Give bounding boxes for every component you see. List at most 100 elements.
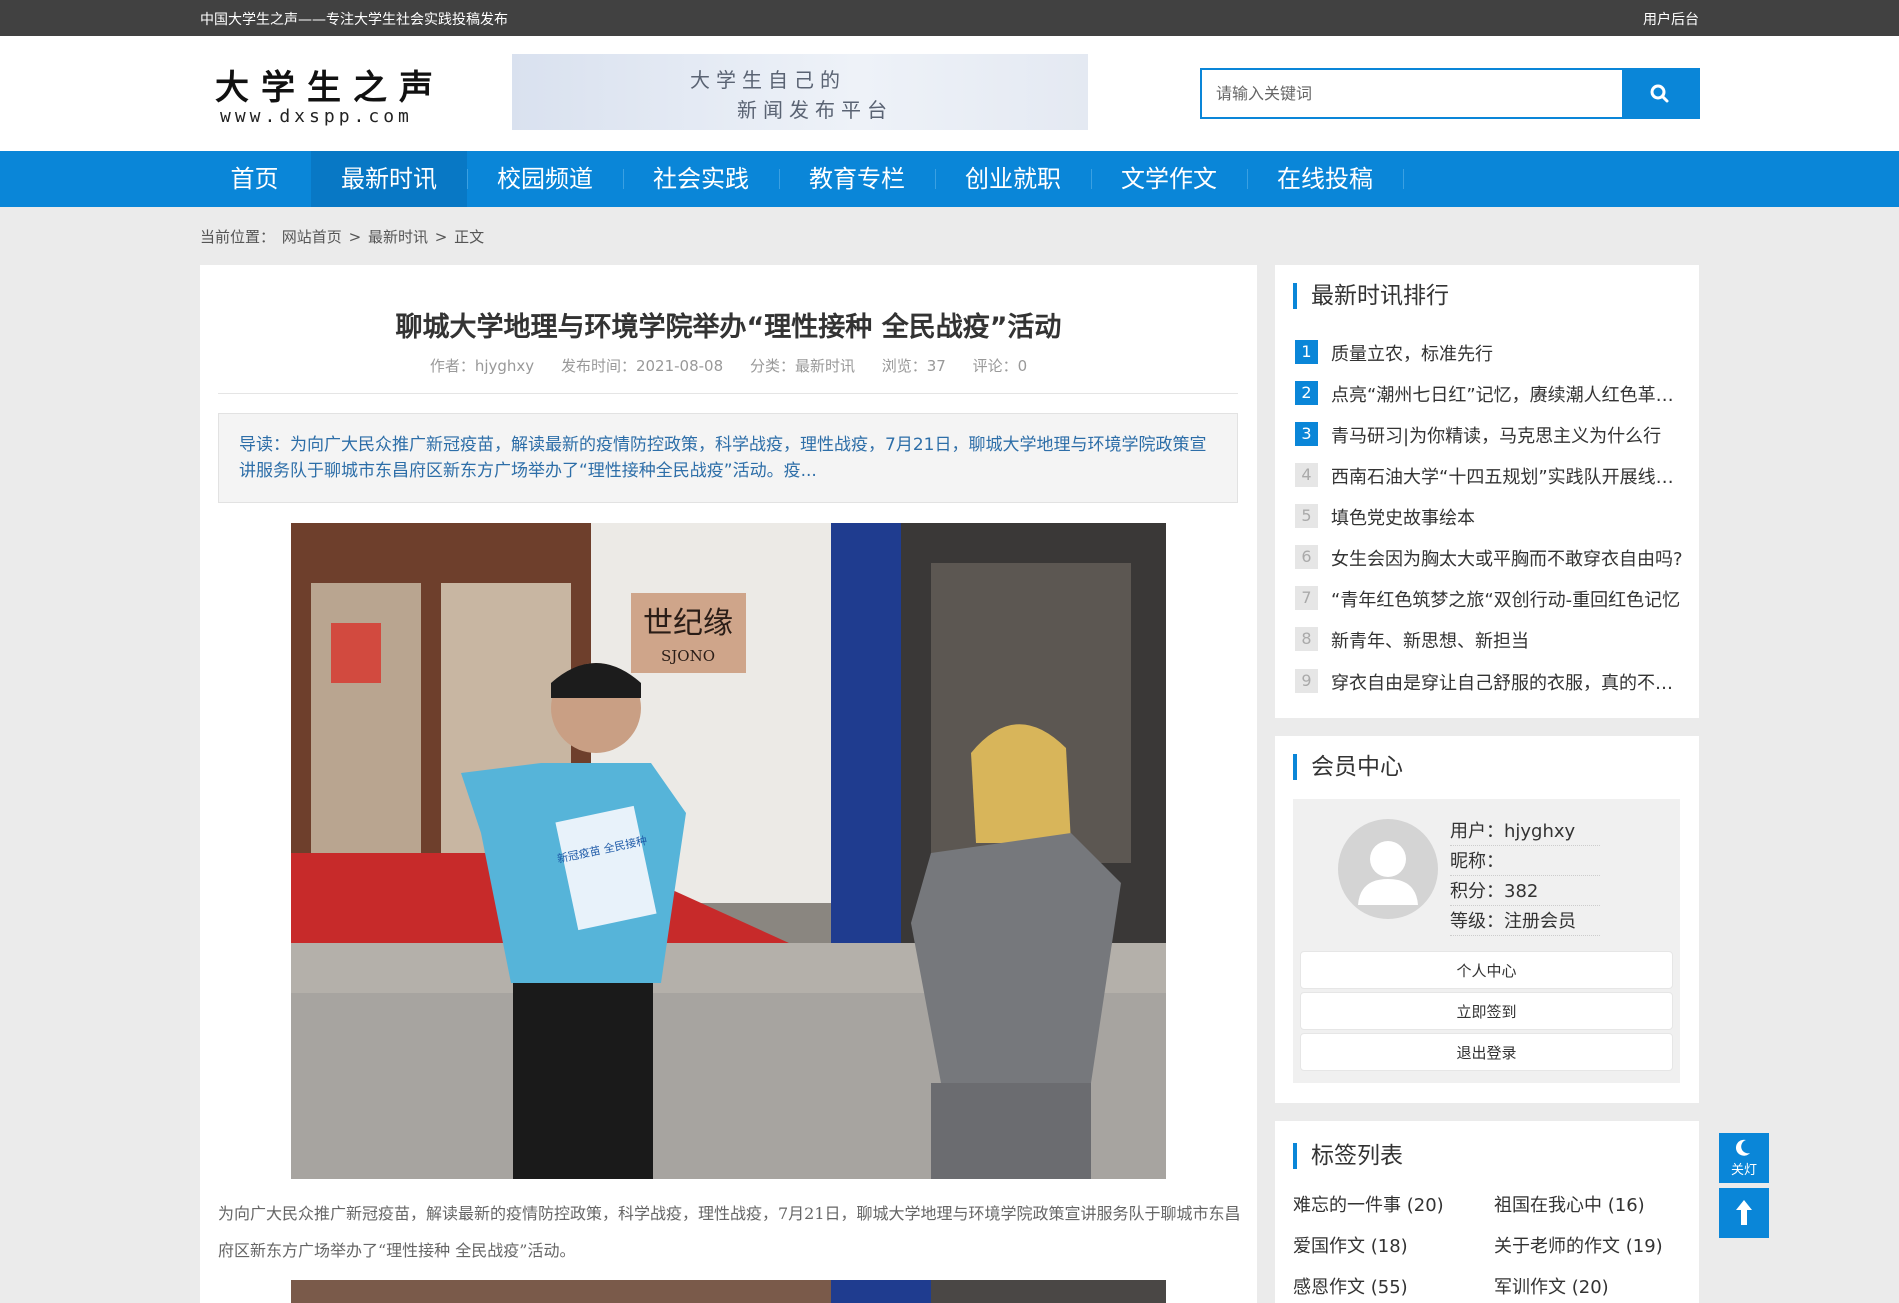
ranking-item[interactable]: 9 穿衣自由是穿让自己舒服的衣服，真的不明白吗 <box>1293 661 1683 702</box>
back-to-top-button[interactable] <box>1719 1188 1769 1238</box>
rank-number: 4 <box>1295 463 1318 487</box>
tag-link[interactable]: 祖国在我心中 (16) <box>1494 1191 1645 1217</box>
user-backend-link[interactable]: 用户后台 <box>1643 9 1699 29</box>
photo-sign-english: SJONO <box>661 647 715 665</box>
rank-number: 6 <box>1295 545 1318 569</box>
photo-sign-chinese: 世纪缘 <box>643 606 733 641</box>
article-title: 聊城大学地理与环境学院举办“理性接种 全民战疫”活动 <box>395 312 1062 343</box>
moon-icon <box>1735 1139 1750 1156</box>
ranking-item-title: 穿衣自由是穿让自己舒服的衣服，真的不明白吗 <box>1331 673 1683 694</box>
breadcrumb-current: 正文 <box>454 228 485 246</box>
breadcrumb-home[interactable]: 网站首页 <box>282 228 342 246</box>
nav-divider <box>1403 169 1404 189</box>
ranking-item[interactable]: 3 青马研习|为你精读，马克思主义为什么行 <box>1293 414 1683 455</box>
breadcrumb-separator: > <box>434 228 448 246</box>
ranking-item-title: 填色党史故事绘本 <box>1331 508 1475 529</box>
article-panel: 聊城大学地理与环境学院举办“理性接种 全民战疫”活动 作者：hjyghxy 发布… <box>200 265 1257 1303</box>
article-category: 分类：最新时讯 <box>749 357 855 375</box>
ranking-item[interactable]: 5 填色党史故事绘本 <box>1293 496 1683 537</box>
nav-item-education[interactable]: 教育专栏 <box>779 151 935 207</box>
article-photo: 世纪缘 SJONO 新冠疫苗 全民接种 <box>291 523 1166 1179</box>
ranking-item-title: 西南石油大学“十四五规划”实践队开展线上宣讲 <box>1331 467 1683 488</box>
rank-number: 2 <box>1295 381 1318 405</box>
ranking-item-title: 青马研习|为你精读，马克思主义为什么行 <box>1331 426 1662 447</box>
rank-number: 5 <box>1295 504 1318 528</box>
ranking-item[interactable]: 6 女生会因为胸太大或平胸而不敢穿衣自由吗? <box>1293 537 1683 578</box>
search-button[interactable] <box>1622 70 1698 117</box>
article-views: 浏览：37 <box>881 357 946 375</box>
personal-center-button[interactable]: 个人中心 <box>1300 951 1673 989</box>
breadcrumb-separator: > <box>348 228 362 246</box>
rank-number: 1 <box>1295 340 1318 364</box>
ranking-panel: 最新时讯排行 1 质量立农，标准先行 2 点亮“潮州七日红”记忆，赓续潮人红色革命精… <box>1275 265 1699 718</box>
member-username: 用户：hjyghxy <box>1450 817 1600 846</box>
ranking-item-title: “青年红色筑梦之旅“双创行动-重回红色记忆 <box>1331 590 1681 611</box>
breadcrumb-label: 当前位置： <box>200 228 276 246</box>
nav-item-latest-news[interactable]: 最新时讯 <box>311 151 467 207</box>
logout-button[interactable]: 退出登录 <box>1300 1033 1673 1071</box>
search-box <box>1200 68 1700 119</box>
article-date: 发布时间：2021-08-08 <box>560 357 724 375</box>
article-comments: 评论：0 <box>972 357 1028 375</box>
tags-title: 标签列表 <box>1293 1143 1403 1169</box>
ranking-item[interactable]: 7 “青年红色筑梦之旅“双创行动-重回红色记忆 <box>1293 578 1683 619</box>
article-paragraph: 为向广大民众推广新冠疫苗，解读最新的疫情防控政策，科学战疫，理性战疫，7月21日… <box>218 1204 1241 1260</box>
rank-number: 7 <box>1295 586 1318 610</box>
nav-item-social-practice[interactable]: 社会实践 <box>623 151 779 207</box>
member-points: 积分：382 <box>1450 877 1600 906</box>
banner-line-2: 新闻发布平台 <box>737 98 893 122</box>
ranking-item[interactable]: 2 点亮“潮州七日红”记忆，赓续潮人红色革命精神 <box>1293 373 1683 414</box>
tag-link[interactable]: 军训作文 (20) <box>1494 1273 1609 1299</box>
ranking-item[interactable]: 4 西南石油大学“十四五规划”实践队开展线上宣讲 <box>1293 455 1683 496</box>
nav-item-home[interactable]: 首页 <box>208 151 301 207</box>
ranking-item[interactable]: 8 新青年、新思想、新担当 <box>1293 619 1683 660</box>
user-icon <box>1358 841 1418 905</box>
member-level: 等级：注册会员 <box>1450 907 1600 936</box>
ranking-item-title: 女生会因为胸太大或平胸而不敢穿衣自由吗? <box>1331 549 1683 570</box>
member-card: 用户：hjyghxy 昵称： 积分：382 等级：注册会员 个人中心 立即签到 … <box>1293 799 1680 1083</box>
nav-item-submit[interactable]: 在线投稿 <box>1247 151 1403 207</box>
main-nav: 首页 最新时讯 校园频道 社会实践 教育专栏 创业就职 文学作文 在线投稿 <box>0 151 1899 207</box>
ranking-item-title: 质量立农，标准先行 <box>1331 344 1493 365</box>
breadcrumb-category[interactable]: 最新时讯 <box>368 228 428 246</box>
top-bar: 中国大学生之声——专注大学生社会实践投稿发布 用户后台 <box>0 0 1899 36</box>
ranking-item-title: 新青年、新思想、新担当 <box>1331 631 1529 652</box>
article-photo-2 <box>291 1280 1166 1303</box>
tag-link[interactable]: 感恩作文 (55) <box>1293 1273 1408 1299</box>
article-lead: 导读：为向广大民众推广新冠疫苗，解读最新的疫情防控政策，科学战疫，理性战疫，7月… <box>218 413 1238 503</box>
member-nickname: 昵称： <box>1450 847 1600 876</box>
member-title: 会员中心 <box>1293 754 1403 780</box>
header-banner: 大学生自己的 新闻发布平台 <box>512 54 1088 130</box>
article-meta: 作者：hjyghxy 发布时间：2021-08-08 分类：最新时讯 浏览：37… <box>200 355 1257 376</box>
rank-number: 3 <box>1295 422 1318 446</box>
search-input[interactable] <box>1202 70 1622 117</box>
site-header: 大学生之声 www.dxspp.com 大学生自己的 新闻发布平台 <box>0 36 1899 151</box>
tag-link[interactable]: 爱国作文 (18) <box>1293 1232 1408 1258</box>
rank-number: 9 <box>1295 669 1318 693</box>
night-mode-label: 关灯 <box>1730 1163 1757 1178</box>
check-in-button[interactable]: 立即签到 <box>1300 992 1673 1030</box>
avatar <box>1338 819 1438 919</box>
night-mode-button[interactable]: 关灯 <box>1719 1133 1769 1183</box>
rank-number: 8 <box>1295 627 1318 651</box>
nav-item-literature[interactable]: 文学作文 <box>1091 151 1247 207</box>
site-logo[interactable]: 大学生之声 www.dxspp.com <box>200 60 445 130</box>
tag-link[interactable]: 关于老师的作文 (19) <box>1494 1232 1663 1258</box>
site-slogan: 中国大学生之声——专注大学生社会实践投稿发布 <box>200 12 508 28</box>
member-panel: 会员中心 用户：hjyghxy 昵称： 积分：382 等级：注册会员 个人中心 … <box>1275 736 1699 1103</box>
ranking-title: 最新时讯排行 <box>1293 283 1449 309</box>
arrow-up-icon <box>1736 1200 1752 1225</box>
logo-chinese: 大学生之声 <box>215 68 445 108</box>
tags-panel: 标签列表 难忘的一件事 (20) 祖国在我心中 (16) 爱国作文 (18) 关… <box>1275 1121 1699 1303</box>
nav-item-career[interactable]: 创业就职 <box>935 151 1091 207</box>
divider <box>218 393 1238 394</box>
article-author: 作者：hjyghxy <box>429 357 535 375</box>
logo-url: www.dxspp.com <box>220 106 413 127</box>
nav-item-campus[interactable]: 校园频道 <box>467 151 623 207</box>
search-icon <box>1650 84 1669 103</box>
breadcrumb: 当前位置： 网站首页 > 最新时讯 > 正文 <box>200 226 486 247</box>
tag-link[interactable]: 难忘的一件事 (20) <box>1293 1191 1444 1217</box>
banner-line-1: 大学生自己的 <box>690 68 846 92</box>
ranking-item-title: 点亮“潮州七日红”记忆，赓续潮人红色革命精神 <box>1331 385 1683 406</box>
ranking-item[interactable]: 1 质量立农，标准先行 <box>1293 332 1683 373</box>
